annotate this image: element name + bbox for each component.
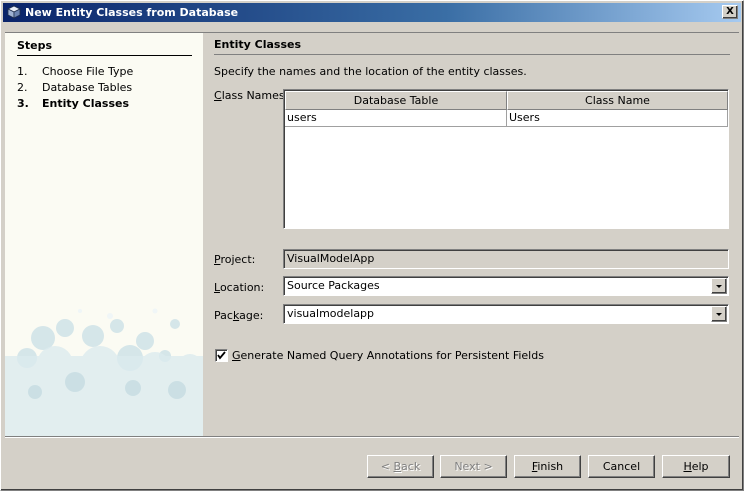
cancel-button[interactable]: Cancel — [588, 455, 655, 478]
window-title: New Entity Classes from Database — [25, 6, 239, 19]
location-value: Source Packages — [287, 279, 380, 292]
next-button[interactable]: Next > — [440, 455, 507, 478]
label-text: inish — [537, 460, 564, 473]
help-button[interactable]: Help — [662, 455, 730, 478]
step-number: 1. — [17, 65, 28, 78]
location-label: Location: — [214, 281, 264, 294]
decorative-bubbles-graphic — [5, 308, 203, 436]
step-number: 3. — [17, 97, 29, 110]
named-query-checkbox-label[interactable]: Generate Named Query Annotations for Per… — [232, 349, 544, 362]
label-text: Pac — [214, 309, 233, 322]
column-header-class-name[interactable]: Class Name — [507, 91, 728, 110]
step-number: 2. — [17, 81, 28, 94]
table-cell-class-name[interactable]: Users — [507, 110, 728, 127]
column-header-database-table[interactable]: Database Table — [285, 91, 507, 110]
package-label: Package: — [214, 309, 263, 322]
step-item-choose-file-type: 1. Choose File Type — [17, 65, 133, 78]
content-panel: Entity Classes Specify the names and the… — [203, 32, 739, 436]
steps-panel: Steps 1. Choose File Type 2. Database Tabl… — [5, 32, 203, 436]
instructions-text: Specify the names and the location of th… — [214, 65, 527, 78]
package-combobox[interactable]: visualmodelapp — [283, 304, 729, 324]
chevron-down-icon[interactable] — [711, 278, 727, 294]
steps-heading: Steps — [17, 39, 192, 56]
label-text: ack — [401, 460, 421, 473]
label-text: roject: — [220, 253, 256, 266]
close-button[interactable]: X — [722, 5, 738, 19]
mnemonic: B — [393, 460, 402, 473]
netbeans-cube-icon — [7, 5, 21, 19]
package-value: visualmodelapp — [287, 307, 375, 320]
step-label: Choose File Type — [42, 65, 134, 78]
mnemonic: C — [214, 89, 222, 102]
table-cell-database-table[interactable]: users — [285, 110, 507, 127]
label-text: enerate Named Query Annotations for Pers… — [240, 349, 544, 362]
step-label: Entity Classes — [42, 97, 130, 110]
section-heading: Entity Classes — [214, 38, 730, 55]
label-text: elp — [691, 460, 709, 473]
mnemonic: G — [232, 349, 241, 362]
label-text: lass Names: — [221, 89, 289, 102]
finish-button[interactable]: Finish — [514, 455, 581, 478]
wizard-dialog: New Entity Classes from Database X Steps… — [0, 0, 744, 491]
chevron-down-icon[interactable] — [711, 306, 727, 322]
step-item-entity-classes: 3. Entity Classes — [17, 97, 129, 110]
back-button[interactable]: < Back — [367, 455, 434, 478]
label-text: < — [380, 460, 394, 473]
label-text: age: — [239, 309, 264, 322]
checkmark-icon — [217, 351, 226, 360]
mnemonic: H — [683, 460, 692, 473]
class-names-label: Class Names: — [214, 89, 288, 102]
label-text: ocation: — [219, 281, 265, 294]
project-label: Project: — [214, 253, 255, 266]
named-query-checkbox[interactable] — [215, 349, 228, 362]
project-field[interactable]: VisualModelApp — [283, 249, 729, 269]
title-bar[interactable]: New Entity Classes from Database X — [3, 3, 741, 22]
step-label: Database Tables — [42, 81, 133, 94]
step-item-database-tables: 2. Database Tables — [17, 81, 132, 94]
location-combobox[interactable]: Source Packages — [283, 276, 729, 296]
footer-separator — [5, 436, 739, 438]
class-names-table[interactable]: Database Table Class Name users Users — [283, 89, 729, 229]
close-icon: X — [726, 6, 734, 17]
